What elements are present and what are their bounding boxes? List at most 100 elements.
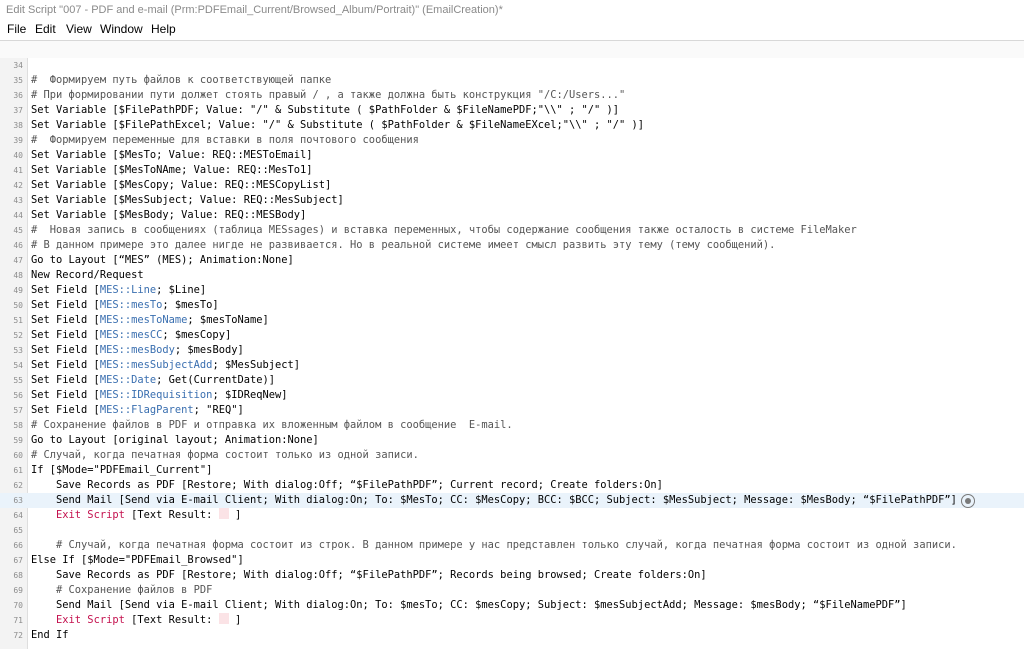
script-step[interactable]: 71 Exit Script [Text Result: ] — [0, 613, 1024, 628]
step-token: If [$Mode="PDFEmail_Current"] — [31, 464, 213, 476]
line-number: 43 — [13, 196, 23, 205]
menu-file[interactable]: File — [7, 22, 26, 36]
script-step[interactable]: 53 Set Field [MES::mesBody; $mesBody] — [0, 343, 1024, 358]
step-text: Set Field [MES::Date; Get(CurrentDate)] — [31, 373, 275, 388]
script-step[interactable]: 46 # В данном примере это далее нигде не … — [0, 238, 1024, 253]
field-reference: MES::mesTo — [99, 299, 163, 311]
menu-help[interactable]: Help — [151, 22, 176, 36]
script-step[interactable]: 43 Set Variable [$MesSubject; Value: REQ:… — [0, 193, 1024, 208]
menu-window[interactable]: Window — [100, 22, 143, 36]
script-step[interactable]: 38 Set Variable [$FilePathExcel; Value: "… — [0, 118, 1024, 133]
line-number: 60 — [13, 451, 23, 460]
script-step[interactable]: 42 Set Variable [$MesCopy; Value: REQ::ME… — [0, 178, 1024, 193]
script-step[interactable]: 64 Exit Script [Text Result: ] — [0, 508, 1024, 523]
step-token: ; $Line] — [156, 284, 207, 296]
script-step[interactable]: 67 Else If [$Mode="PDFEmail_Browsed"] — [0, 553, 1024, 568]
script-step[interactable]: 56 Set Field [MES::IDRequisition; $IDReqN… — [0, 388, 1024, 403]
step-text: Set Variable [$FilePathPDF; Value: "/" &… — [31, 103, 619, 118]
step-token: Set Variable [$MesTo; Value: REQ::MESToE… — [31, 149, 313, 161]
step-token: Set Field [ — [31, 329, 100, 341]
script-step[interactable]: 68 Save Records as PDF [Restore; With di… — [0, 568, 1024, 583]
line-number: 34 — [13, 61, 23, 70]
line-number: 70 — [13, 601, 23, 610]
step-token: ; $IDReqNew] — [212, 389, 288, 401]
script-step[interactable]: 37 Set Variable [$FilePathPDF; Value: "/"… — [0, 103, 1024, 118]
script-step[interactable]: 59 Go to Layout [original layout; Animati… — [0, 433, 1024, 448]
comment-text: # При формировании пути должет стоять пр… — [31, 89, 626, 101]
script-step[interactable]: 45 # Новая запись в сообщениях (таблица M… — [0, 223, 1024, 238]
step-token: Send Mail [Send via E-mail Client; With … — [56, 599, 907, 611]
step-text: # Формируем переменные для вставки в пол… — [31, 133, 419, 148]
step-text: # Новая запись в сообщениях (таблица MES… — [31, 223, 857, 238]
script-step[interactable]: 54 Set Field [MES::mesSubjectAdd; $MesSub… — [0, 358, 1024, 373]
script-step[interactable]: 55 Set Field [MES::Date; Get(CurrentDate)… — [0, 373, 1024, 388]
line-number: 66 — [13, 541, 23, 550]
step-text: Set Variable [$MesBody; Value: REQ::MESB… — [31, 208, 306, 223]
gear-icon[interactable] — [961, 494, 975, 508]
line-number: 42 — [13, 181, 23, 190]
step-text: Set Field [MES::FlagParent; "REQ"] — [31, 403, 244, 418]
line-number: 68 — [13, 571, 23, 580]
step-text: Set Field [MES::IDRequisition; $IDReqNew… — [31, 388, 288, 403]
script-step[interactable]: 49 Set Field [MES::Line; $Line] — [0, 283, 1024, 298]
result-placeholder[interactable] — [218, 613, 229, 624]
exit-step-name: Exit Script — [56, 614, 132, 626]
script-step[interactable]: 61 If [$Mode="PDFEmail_Current"] — [0, 463, 1024, 478]
comment-text: # В данном примере это далее нигде не ра… — [31, 239, 776, 251]
script-step[interactable]: 35 # Формируем путь файлов к соответствую… — [0, 73, 1024, 88]
script-step[interactable]: 50 Set Field [MES::mesTo; $mesTo] — [0, 298, 1024, 313]
step-text: Send Mail [Send via E-mail Client; With … — [31, 598, 907, 613]
line-number: 69 — [13, 586, 23, 595]
script-step[interactable]: 44 Set Variable [$MesBody; Value: REQ::ME… — [0, 208, 1024, 223]
script-step[interactable]: 39 # Формируем переменные для вставки в п… — [0, 133, 1024, 148]
line-number: 52 — [13, 331, 23, 340]
script-step[interactable]: 47 Go to Layout [“MES” (MES); Animation:N… — [0, 253, 1024, 268]
script-step[interactable]: 48 New Record/Request — [0, 268, 1024, 283]
window-title: Edit Script "007 - PDF and e-mail (Prm:P… — [6, 4, 503, 16]
step-token: ] — [228, 614, 242, 626]
step-text: # Сохранение файлов в PDF и отправка их … — [31, 418, 513, 433]
step-text: End If — [31, 628, 69, 643]
script-step[interactable]: 57 Set Field [MES::FlagParent; "REQ"] — [0, 403, 1024, 418]
script-step[interactable]: 72 End If — [0, 628, 1024, 643]
step-text: Send Mail [Send via E-mail Client; With … — [31, 493, 957, 508]
line-number: 62 — [13, 481, 23, 490]
result-placeholder[interactable] — [218, 508, 229, 519]
script-step[interactable]: 34 — [0, 58, 1024, 73]
window-titlebar: Edit Script "007 - PDF and e-mail (Prm:P… — [0, 0, 1024, 20]
line-number: 51 — [13, 316, 23, 325]
step-token: Set Field [ — [31, 344, 100, 356]
step-token: Set Field [ — [31, 299, 100, 311]
line-number: 37 — [13, 106, 23, 115]
script-step[interactable]: 69 # Сохранение файлов в PDF — [0, 583, 1024, 598]
step-text: Set Variable [$MesTo; Value: REQ::MESToE… — [31, 148, 313, 163]
script-step[interactable]: 36 # При формировании пути должет стоять … — [0, 88, 1024, 103]
script-step[interactable]: 62 Save Records as PDF [Restore; With di… — [0, 478, 1024, 493]
step-text: New Record/Request — [31, 268, 144, 283]
menu-edit[interactable]: Edit — [35, 22, 56, 36]
script-step[interactable]: 63 Send Mail [Send via E-mail Client; Wi… — [0, 493, 1024, 508]
step-token: Set Variable [$MesBody; Value: REQ::MESB… — [31, 209, 307, 221]
script-step[interactable]: 41 Set Variable [$MesToNAme; Value: REQ::… — [0, 163, 1024, 178]
field-reference: MES::mesBody — [99, 344, 175, 356]
step-token: Set Field [ — [31, 314, 100, 326]
step-text: # Случай, когда печатная форма состоит т… — [31, 448, 419, 463]
script-step[interactable]: 60 # Случай, когда печатная форма состоит… — [0, 448, 1024, 463]
script-step[interactable]: 66 # Случай, когда печатная форма состои… — [0, 538, 1024, 553]
step-token: ; $MesSubject] — [212, 359, 301, 371]
step-text: If [$Mode="PDFEmail_Current"] — [31, 463, 212, 478]
script-step[interactable]: 51 Set Field [MES::mesToName; $mesToName] — [0, 313, 1024, 328]
step-text: Exit Script [Text Result: ] — [31, 508, 241, 523]
menu-view[interactable]: View — [66, 22, 92, 36]
script-step[interactable]: 65 — [0, 523, 1024, 538]
script-editor[interactable]: 34 35 # Формируем путь файлов к соответств… — [0, 58, 1024, 649]
script-step[interactable]: 52 Set Field [MES::mesCC; $mesCopy] — [0, 328, 1024, 343]
script-step[interactable]: 70 Send Mail [Send via E-mail Client; Wi… — [0, 598, 1024, 613]
field-reference: MES::mesCC — [99, 329, 163, 341]
line-number: 61 — [13, 466, 23, 475]
step-token: ] — [228, 509, 242, 521]
script-step[interactable]: 40 Set Variable [$MesTo; Value: REQ::MEST… — [0, 148, 1024, 163]
step-text: Save Records as PDF [Restore; With dialo… — [31, 568, 707, 583]
script-step[interactable]: 58 # Сохранение файлов в PDF и отправка и… — [0, 418, 1024, 433]
line-number: 53 — [13, 346, 23, 355]
